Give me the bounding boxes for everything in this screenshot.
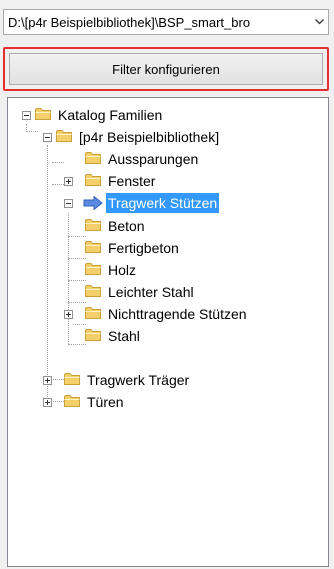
tree-node-stahl[interactable]: Stahl	[8, 325, 328, 347]
folder-icon	[64, 372, 81, 386]
tree-node-leichter-stahl[interactable]: Leichter Stahl	[8, 281, 328, 303]
folder-icon	[85, 173, 102, 187]
catalog-tree[interactable]: Katalog Familien [p4r Beispielbibliothek…	[7, 97, 329, 567]
path-combobox[interactable]: D:\[p4r Beispielbibliothek]\BSP_smart_br…	[3, 9, 329, 35]
chevron-down-icon[interactable]	[311, 10, 328, 34]
tree-node-library[interactable]: [p4r Beispielbibliothek]	[8, 126, 328, 148]
tree-node-label: Stahl	[108, 328, 140, 344]
expand-icon[interactable]	[64, 310, 73, 319]
tree-node-label: Aussparungen	[108, 151, 199, 167]
tree-node-label: Fertigbeton	[108, 240, 179, 256]
tree-node-label: Leichter Stahl	[108, 284, 194, 300]
tree-node-label: Tragwerk Stützen	[106, 193, 220, 213]
collapse-icon[interactable]	[43, 133, 52, 142]
folder-icon	[85, 328, 102, 342]
path-value: D:\[p4r Beispielbibliothek]\BSP_smart_br…	[8, 14, 251, 30]
expand-icon[interactable]	[43, 398, 52, 407]
folder-icon	[85, 284, 102, 298]
tree-node-label: Nichttragende Stützen	[108, 306, 247, 322]
tree-node-label: Holz	[108, 262, 137, 278]
collapse-icon[interactable]	[64, 199, 73, 208]
tree-node-label: Beton	[108, 218, 145, 234]
tree-node-fenster[interactable]: Fenster	[8, 170, 328, 192]
folder-icon	[64, 394, 81, 408]
folder-icon	[85, 240, 102, 254]
folder-icon	[85, 262, 102, 276]
tree-node-label: Türen	[87, 394, 124, 410]
folder-icon	[85, 306, 102, 320]
folder-icon	[56, 129, 73, 143]
filter-button-highlight: Filter konfigurieren	[3, 47, 329, 91]
tree-node-label: Katalog Familien	[58, 107, 163, 123]
tree-node-root[interactable]: Katalog Familien	[8, 104, 328, 126]
tree-node-tragwerk-traeger[interactable]: Tragwerk Träger	[8, 369, 328, 391]
arrow-right-icon	[83, 196, 103, 210]
tree-node-label: [p4r Beispielbibliothek]	[79, 129, 220, 145]
tree-node-label: Fenster	[108, 173, 156, 189]
tree-node-nichttragende-stuetzen[interactable]: Nichttragende Stützen	[8, 303, 328, 325]
expand-icon[interactable]	[43, 376, 52, 385]
expand-icon[interactable]	[64, 177, 73, 186]
folder-icon	[85, 218, 102, 232]
tree-node-fertigbeton[interactable]: Fertigbeton	[8, 237, 328, 259]
tree-node-label: Tragwerk Träger	[87, 372, 190, 388]
tree-node-holz[interactable]: Holz	[8, 259, 328, 281]
tree-node-beton[interactable]: Beton	[8, 215, 328, 237]
tree-node-tueren[interactable]: Türen	[8, 391, 328, 413]
filter-configure-button[interactable]: Filter konfigurieren	[9, 53, 323, 85]
tree-node-tragwerk-stuetzen[interactable]: Tragwerk Stützen	[8, 192, 328, 214]
folder-icon	[85, 151, 102, 165]
tree-node-aussparungen[interactable]: Aussparungen	[8, 148, 328, 170]
collapse-icon[interactable]	[22, 111, 31, 120]
folder-icon	[35, 107, 52, 121]
